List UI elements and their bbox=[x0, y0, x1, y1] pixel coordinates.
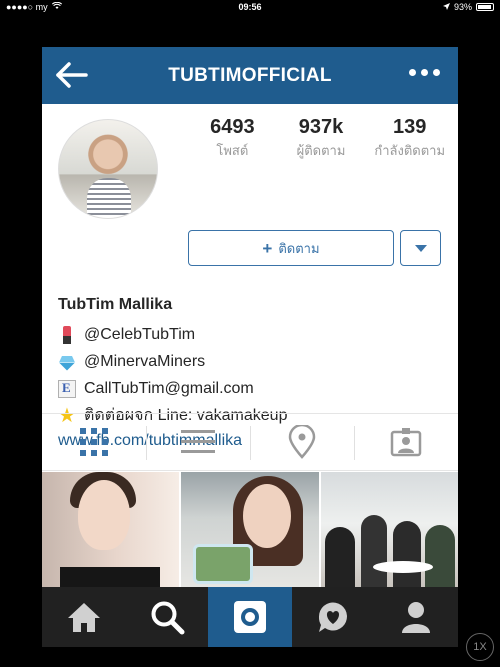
stat-value: 139 bbox=[392, 116, 427, 138]
follow-label: ติดตาม bbox=[278, 240, 320, 256]
lipstick-icon bbox=[63, 325, 71, 344]
profile-stats: 6493 โพสต์ 937k ผู้ติดตาม 139 กำลังติดตา… bbox=[188, 116, 454, 161]
avatar[interactable] bbox=[58, 119, 158, 219]
nav-bar: TUBTIMOFFICIAL bbox=[42, 47, 458, 104]
plus-icon: + bbox=[262, 238, 273, 258]
battery-icon bbox=[476, 3, 494, 11]
avatar-shirt bbox=[87, 178, 131, 218]
photo-grid bbox=[42, 472, 458, 587]
tab-list[interactable] bbox=[146, 414, 250, 470]
stat-label: โพสต์ bbox=[216, 143, 249, 158]
follow-button[interactable]: + ติดตาม bbox=[188, 230, 394, 266]
photo-thumbnail[interactable] bbox=[181, 472, 319, 587]
bio-line: @CelebTubTim bbox=[58, 321, 287, 348]
bio-line: CallTubTim@gmail.com bbox=[58, 375, 287, 402]
profile-header: 6493 โพสต์ 937k ผู้ติดตาม 139 กำลังติดตา… bbox=[42, 104, 458, 449]
tab-home[interactable] bbox=[42, 587, 125, 647]
photo-detail bbox=[392, 521, 421, 587]
bottom-tab-bar bbox=[42, 587, 458, 647]
photo-detail bbox=[360, 515, 387, 587]
more-dot bbox=[409, 69, 416, 76]
photo-detail bbox=[324, 527, 355, 587]
tab-camera[interactable] bbox=[208, 587, 292, 647]
more-options-button[interactable] bbox=[409, 69, 440, 76]
tab-tagged[interactable] bbox=[354, 414, 458, 470]
stat-value: 6493 bbox=[210, 116, 255, 138]
home-icon bbox=[67, 603, 100, 632]
email-icon bbox=[58, 379, 76, 398]
battery-percent: 93% bbox=[453, 2, 472, 12]
zoom-1x-button[interactable]: 1X bbox=[466, 633, 494, 661]
more-dot bbox=[421, 69, 428, 76]
clock: 09:56 bbox=[238, 2, 262, 12]
tagged-person-icon bbox=[390, 428, 422, 457]
tab-profile[interactable] bbox=[375, 587, 458, 647]
stat-value: 937k bbox=[298, 116, 344, 138]
photo-detail bbox=[60, 567, 160, 587]
tab-location[interactable] bbox=[250, 414, 354, 470]
tab-search[interactable] bbox=[125, 587, 208, 647]
location-arrow-icon bbox=[442, 2, 450, 12]
instagram-app: TUBTIMOFFICIAL 6493 โพสต์ 937k ผู้ติดตาม… bbox=[42, 47, 458, 647]
stat-posts[interactable]: 6493 โพสต์ bbox=[188, 116, 277, 161]
profile-icon bbox=[402, 602, 431, 633]
location-pin-icon bbox=[288, 425, 316, 459]
photo-detail bbox=[78, 480, 130, 550]
list-icon bbox=[181, 430, 215, 453]
photo-detail bbox=[193, 544, 254, 584]
profile-name: TubTim Mallika bbox=[58, 296, 173, 313]
bio-text[interactable]: @MinervaMiners bbox=[84, 353, 205, 371]
status-bar: ●●●●○ my 09:56 93% bbox=[0, 0, 500, 14]
stat-label: กำลังติดตาม bbox=[374, 143, 446, 158]
photo-thumbnail[interactable] bbox=[42, 472, 180, 587]
bio-text[interactable]: @CelebTubTim bbox=[84, 326, 195, 344]
page-title: TUBTIMOFFICIAL bbox=[168, 65, 332, 86]
tab-activity[interactable] bbox=[292, 587, 375, 647]
chevron-down-icon bbox=[414, 244, 427, 252]
profile-view-tabs bbox=[42, 413, 458, 471]
photo-thumbnail[interactable] bbox=[320, 472, 458, 587]
photo-detail bbox=[243, 484, 292, 548]
tab-grid[interactable] bbox=[42, 414, 146, 470]
activity-heart-icon bbox=[319, 602, 348, 632]
search-icon bbox=[151, 601, 185, 635]
camera-icon bbox=[234, 601, 266, 633]
gem-icon bbox=[58, 353, 76, 371]
bio-line: @MinervaMiners bbox=[58, 348, 287, 375]
bio-text: CallTubTim@gmail.com bbox=[84, 379, 254, 397]
stat-followers[interactable]: 937k ผู้ติดตาม bbox=[277, 116, 366, 161]
photo-detail bbox=[424, 525, 455, 587]
stat-following[interactable]: 139 กำลังติดตาม bbox=[365, 116, 454, 161]
grid-icon bbox=[80, 428, 108, 456]
more-dot bbox=[433, 69, 440, 76]
stat-label: ผู้ติดตาม bbox=[296, 143, 346, 158]
suggested-users-dropdown-button[interactable] bbox=[400, 230, 441, 266]
photo-detail bbox=[372, 561, 433, 573]
